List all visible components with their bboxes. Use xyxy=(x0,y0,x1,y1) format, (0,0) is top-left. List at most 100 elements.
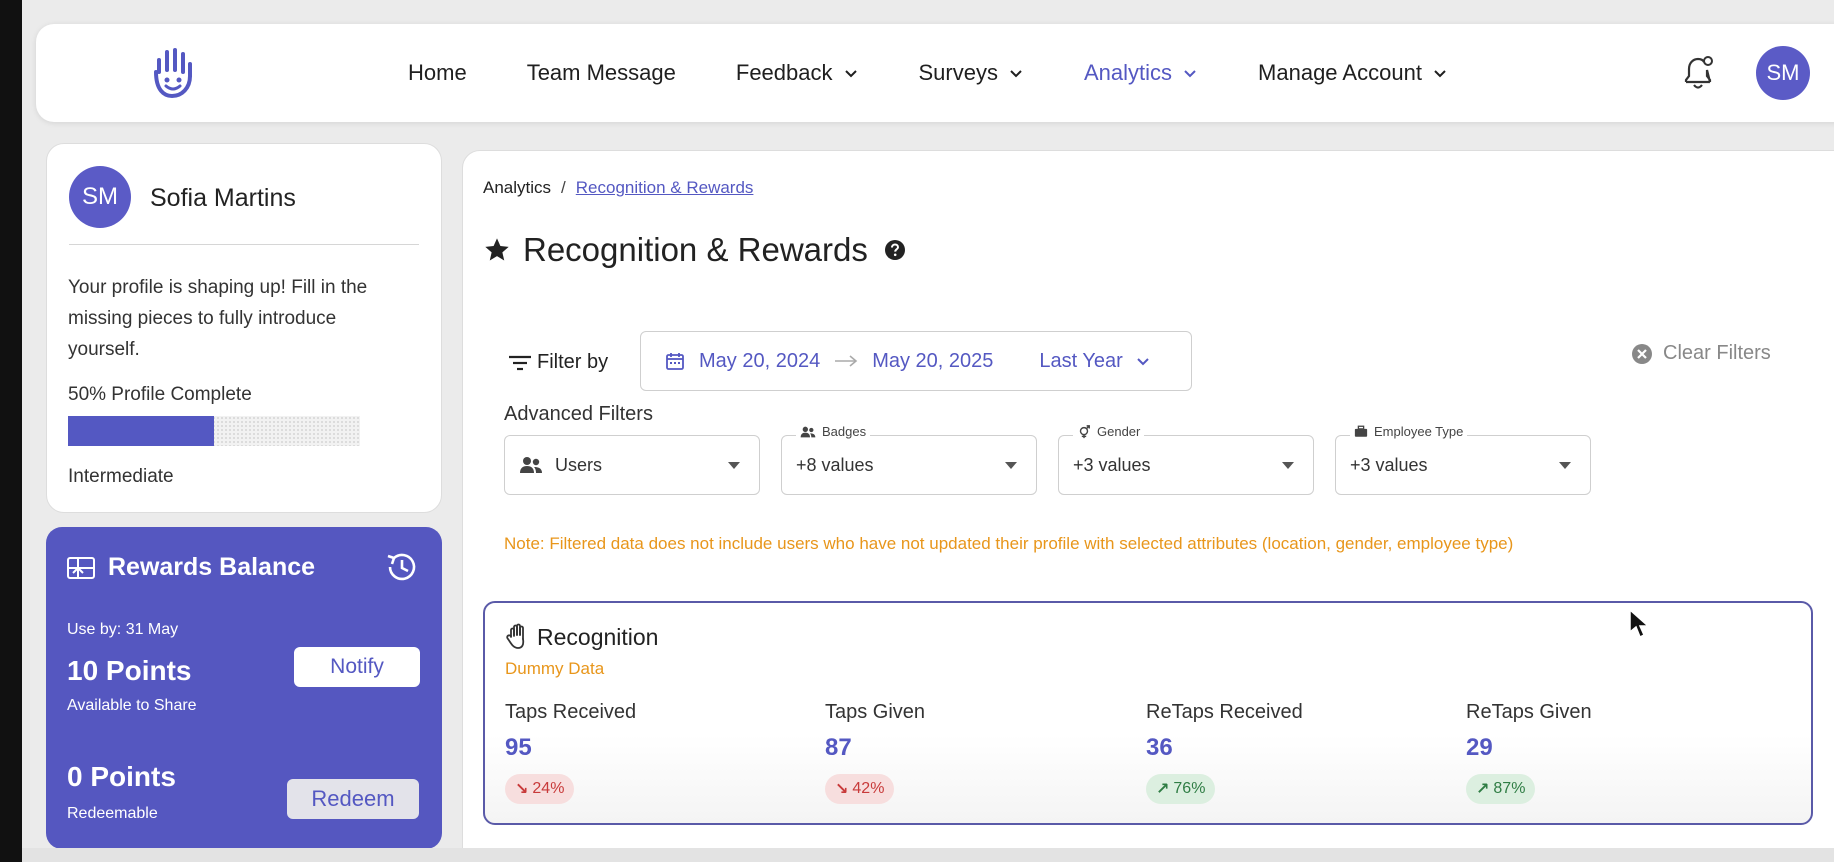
recognition-title: Recognition xyxy=(505,623,658,651)
profile-complete-label: 50% Profile Complete xyxy=(68,384,252,405)
metric-taps-received: Taps Received 95 ↘ 24% xyxy=(505,701,805,804)
profile-message: Your profile is shaping up! Fill in the … xyxy=(68,277,368,360)
rewards-title: Rewards Balance xyxy=(66,553,315,582)
share-points: 10 Points xyxy=(67,655,192,686)
metric-change: 87% xyxy=(1493,780,1526,797)
caret-down-icon xyxy=(1282,462,1294,469)
user-avatar[interactable]: SM xyxy=(1756,46,1810,100)
metric-value: 87 xyxy=(825,734,852,761)
employee-type-filter-value: +3 values xyxy=(1350,454,1428,475)
metric-change-badge: ↘ 42% xyxy=(825,774,895,804)
metric-value: 36 xyxy=(1146,734,1173,761)
gender-filter-label-text: Gender xyxy=(1097,424,1141,439)
profile-progress-bar xyxy=(68,416,360,446)
nav-feedback[interactable]: Feedback xyxy=(736,60,859,86)
gender-icon xyxy=(1079,424,1090,438)
nav-home-label: Home xyxy=(408,60,467,85)
profile-card: SM Sofia Martins Your profile is shaping… xyxy=(46,143,442,513)
filter-icon xyxy=(509,355,531,370)
breadcrumb: Analytics / Recognition & Rewards xyxy=(483,178,753,198)
metric-change: 24% xyxy=(532,780,565,797)
users-filter-select[interactable]: Users xyxy=(504,435,760,495)
employee-type-filter-select[interactable]: Employee Type +3 values xyxy=(1335,424,1591,495)
nav-home[interactable]: Home xyxy=(408,60,467,86)
metric-change-badge: ↗ 76% xyxy=(1146,774,1216,804)
chevron-down-icon xyxy=(1010,70,1022,78)
gender-filter-select[interactable]: Gender +3 values xyxy=(1058,424,1314,495)
hand-logo-icon[interactable] xyxy=(142,42,202,102)
date-preset-dropdown[interactable]: Last Year xyxy=(1039,350,1150,373)
close-circle-icon xyxy=(1632,343,1652,364)
breadcrumb-separator: / xyxy=(561,178,566,197)
breadcrumb-current[interactable]: Recognition & Rewards xyxy=(576,178,754,198)
arrow-right-icon xyxy=(835,355,858,367)
date-end[interactable]: May 20, 2025 xyxy=(872,350,993,373)
profile-progress-fill xyxy=(68,416,214,446)
nav-analytics-label: Analytics xyxy=(1083,60,1173,85)
badges-filter-label: Badges xyxy=(796,424,871,439)
rewards-card: Rewards Balance Use by: 31 May 10 Points… xyxy=(46,527,442,849)
nav-surveys[interactable]: Surveys xyxy=(919,60,1024,86)
employee-type-filter-label-text: Employee Type xyxy=(1374,424,1464,439)
filter-by-label: Filter by xyxy=(507,351,608,374)
divider xyxy=(69,244,419,245)
nav-analytics[interactable]: Analytics xyxy=(1084,60,1198,86)
date-range-picker[interactable]: May 20, 2024 May 20, 2025 Last Year xyxy=(640,331,1192,391)
chevron-down-icon xyxy=(844,70,857,78)
page-title: Recognition & Rewards xyxy=(483,231,906,269)
page-title-text: Recognition & Rewards xyxy=(523,231,868,268)
profile-avatar[interactable]: SM xyxy=(69,166,131,228)
history-icon[interactable] xyxy=(382,547,422,587)
metric-label: ReTaps Received xyxy=(1146,701,1303,723)
metric-change: 42% xyxy=(852,780,885,797)
nav-team-message[interactable]: Team Message xyxy=(527,60,676,86)
employee-type-filter-label: Employee Type xyxy=(1350,424,1468,439)
filter-note: Note: Filtered data does not include use… xyxy=(504,534,1514,553)
recognition-card: Recognition Dummy Data Taps Received 95 … xyxy=(483,601,1813,825)
briefcase-icon xyxy=(1354,425,1368,437)
filter-by-text: Filter by xyxy=(537,351,609,373)
help-icon[interactable] xyxy=(884,239,906,261)
badges-filter-select[interactable]: Badges +8 values xyxy=(781,424,1037,495)
top-navbar: Home Team Message Feedback Surveys Analy… xyxy=(36,24,1834,122)
metric-label: ReTaps Given xyxy=(1466,701,1592,723)
redeem-button[interactable]: Redeem xyxy=(287,779,419,819)
users-icon xyxy=(800,426,816,437)
nav-menu: Home Team Message Feedback Surveys Analy… xyxy=(408,24,1508,122)
metric-change-badge: ↘ 24% xyxy=(505,774,575,804)
date-preset-label: Last Year xyxy=(1039,349,1123,372)
metric-retaps-received: ReTaps Received 36 ↗ 76% xyxy=(1146,701,1446,804)
metric-label: Taps Given xyxy=(825,701,926,723)
mouse-cursor-icon xyxy=(1628,608,1650,645)
users-filter-value: Users xyxy=(555,454,603,475)
notify-button[interactable]: Notify xyxy=(294,647,420,687)
recognition-subtitle: Dummy Data xyxy=(505,659,605,678)
bell-icon[interactable] xyxy=(1676,50,1720,94)
nav-manage-account[interactable]: Manage Account xyxy=(1258,60,1448,86)
nav-team-message-label: Team Message xyxy=(526,60,676,85)
hand-wave-icon xyxy=(506,623,525,649)
gender-filter-label: Gender xyxy=(1073,424,1145,439)
calendar-icon xyxy=(666,353,684,370)
badges-filter-label-text: Badges xyxy=(822,424,867,439)
profile-level: Intermediate xyxy=(68,466,174,487)
arrow-down-right-icon: ↘ xyxy=(835,781,849,798)
main-panel: Analytics / Recognition & Rewards Recogn… xyxy=(462,150,1834,862)
breadcrumb-root[interactable]: Analytics xyxy=(483,178,551,198)
clear-filters-button[interactable]: Clear Filters xyxy=(1631,342,1771,365)
redeem-points: 0 Points xyxy=(67,761,176,792)
metric-value: 29 xyxy=(1466,734,1493,761)
date-start[interactable]: May 20, 2024 xyxy=(699,350,820,373)
nav-surveys-label: Surveys xyxy=(918,60,998,85)
caret-down-icon xyxy=(1005,462,1017,469)
caret-down-icon xyxy=(1559,462,1571,469)
redeem-caption: Redeemable xyxy=(67,805,158,822)
metric-taps-given: Taps Given 87 ↘ 42% xyxy=(825,701,1125,804)
use-by-date: Use by: 31 May xyxy=(67,621,179,638)
badges-filter-value: +8 values xyxy=(796,454,874,475)
bottom-strip xyxy=(22,848,1834,862)
users-icon xyxy=(520,457,542,473)
arrow-down-right-icon: ↘ xyxy=(515,781,529,798)
profile-name: Sofia Martins xyxy=(150,184,296,212)
share-caption: Available to Share xyxy=(67,697,197,714)
